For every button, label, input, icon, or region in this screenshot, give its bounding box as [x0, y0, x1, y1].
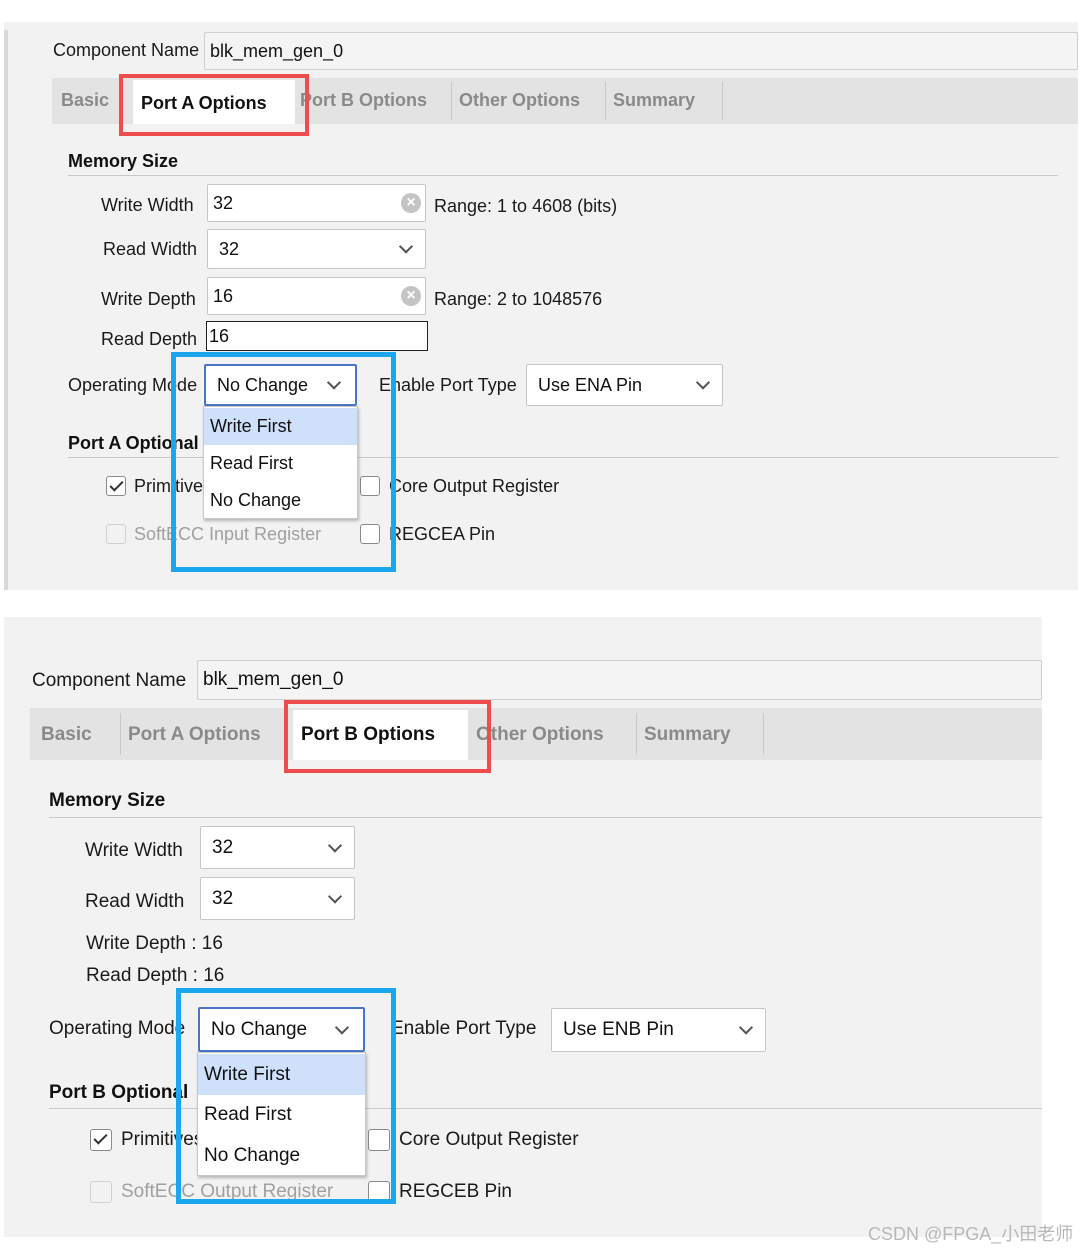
bottom-write-depth-text: Write Depth : 16 [86, 933, 223, 954]
chevron-down-icon [695, 375, 711, 390]
top-component-name-label: Component Name [53, 40, 200, 60]
top-enable-port-type-label: Enable Port Type [379, 375, 517, 395]
top-tab-other-options[interactable]: Other Options [459, 90, 580, 111]
bottom-red-highlight-box [284, 700, 491, 773]
top-tab-basic[interactable]: Basic [61, 90, 109, 111]
chevron-down-icon [327, 888, 343, 904]
bottom-read-width-label: Read Width [85, 891, 185, 912]
top-write-depth-range: Range: 2 to 1048576 [434, 289, 603, 309]
top-write-width-label: Write Width [101, 195, 194, 215]
top-write-width-value: 32 [213, 192, 234, 213]
clear-icon[interactable]: × [401, 193, 421, 213]
top-read-width-select[interactable]: 32 [207, 229, 426, 269]
bottom-memory-size-title: Memory Size [49, 790, 166, 811]
bottom-enable-port-type-value: Use ENB Pin [563, 1019, 674, 1040]
bottom-write-width-label: Write Width [85, 840, 183, 861]
top-tab-separator [605, 82, 606, 120]
bottom-tab-separator [636, 713, 637, 755]
top-read-depth-value: 16 [209, 325, 230, 346]
bottom-component-name-value: blk_mem_gen_0 [203, 669, 344, 690]
bottom-core-output-label: Core Output Register [399, 1129, 579, 1150]
bottom-blue-highlight-box [176, 988, 396, 1204]
bottom-regce-label: REGCEB Pin [399, 1181, 512, 1202]
top-write-width-input[interactable]: 32 × [207, 184, 426, 222]
top-write-depth-value: 16 [213, 285, 234, 306]
top-panel-left-edge [4, 30, 8, 590]
top-blue-highlight-box [171, 352, 396, 572]
bottom-operating-mode-label: Operating Mode [49, 1018, 186, 1039]
chevron-down-icon [398, 239, 414, 254]
bottom-component-name-label: Component Name [32, 670, 187, 691]
top-primitives-checkbox[interactable] [106, 476, 126, 496]
top-memory-size-title: Memory Size [68, 151, 179, 171]
bottom-write-width-value: 32 [212, 836, 234, 858]
bottom-tab-basic[interactable]: Basic [41, 724, 92, 746]
top-write-depth-input[interactable]: 16 × [207, 277, 426, 315]
top-read-width-value: 32 [219, 238, 240, 259]
bottom-read-width-value: 32 [212, 887, 234, 909]
bottom-enable-port-type-label: Enable Port Type [391, 1018, 537, 1039]
top-memory-size-divider [68, 175, 1058, 176]
bottom-enable-port-type-select[interactable]: Use ENB Pin [551, 1008, 766, 1052]
bottom-optional-title: Port B Optional [49, 1082, 189, 1103]
bottom-tab-separator [763, 713, 764, 755]
bottom-softecc-checkbox [90, 1181, 112, 1203]
top-component-name-value: blk_mem_gen_0 [210, 40, 344, 61]
top-enable-port-type-select[interactable]: Use ENA Pin [526, 364, 723, 406]
top-core-output-label: Core Output Register [389, 476, 560, 496]
chevron-down-icon [738, 1020, 754, 1035]
top-tab-separator [451, 82, 452, 120]
top-read-width-label: Read Width [103, 239, 198, 259]
bottom-read-depth-text: Read Depth : 16 [86, 965, 225, 986]
top-enable-port-type-value: Use ENA Pin [538, 374, 643, 395]
bottom-primitives-checkbox[interactable] [90, 1129, 112, 1151]
bottom-component-name-input[interactable]: blk_mem_gen_0 [197, 660, 1042, 700]
top-read-depth-label: Read Depth [101, 329, 198, 349]
clear-icon[interactable]: × [401, 286, 421, 306]
top-write-depth-label: Write Depth [101, 289, 196, 309]
top-tab-summary[interactable]: Summary [613, 90, 695, 111]
bottom-tab-other-options[interactable]: Other Options [476, 724, 604, 746]
top-regce-label: REGCEA Pin [389, 524, 496, 544]
top-tab-port-b-options[interactable]: Port B Options [300, 90, 427, 111]
top-softecc-checkbox [106, 524, 126, 544]
bottom-tab-port-a-options[interactable]: Port A Options [128, 724, 261, 746]
bottom-tab-separator [120, 713, 121, 755]
chevron-down-icon [327, 837, 343, 853]
top-write-width-range: Range: 1 to 4608 (bits) [434, 196, 618, 216]
top-red-highlight-box [119, 74, 309, 136]
top-read-depth-input[interactable]: 16 [206, 321, 428, 351]
bottom-memory-size-divider [49, 817, 1042, 818]
bottom-read-width-select[interactable]: 32 [200, 877, 355, 920]
bottom-tab-summary[interactable]: Summary [644, 724, 731, 746]
watermark: CSDN @FPGA_小田老师 [868, 1224, 1074, 1244]
top-component-name-input[interactable]: blk_mem_gen_0 [204, 32, 1078, 70]
top-tab-separator [722, 82, 723, 120]
bottom-write-width-select[interactable]: 32 [200, 826, 355, 869]
